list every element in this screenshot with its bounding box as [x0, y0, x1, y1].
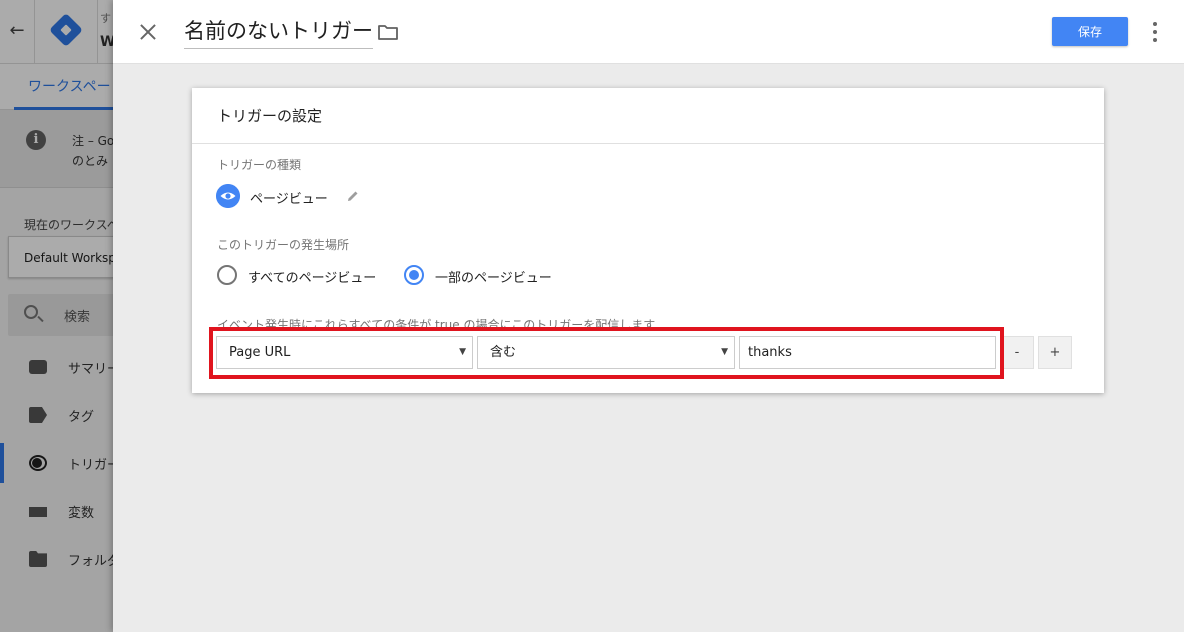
divider — [192, 143, 1104, 144]
radio-label: 一部のページビュー — [435, 271, 552, 286]
pencil-icon[interactable] — [346, 189, 360, 203]
fire-on-label: このトリガーの発生場所 — [217, 238, 350, 252]
radio-label: すべてのページビュー — [248, 271, 377, 286]
trigger-editor-sheet: 名前のないトリガー 保存 トリガーの設定 トリガーの種類 ページビュー このトリ… — [113, 0, 1184, 632]
sheet-header: 名前のないトリガー 保存 — [113, 0, 1184, 64]
add-condition-button[interactable]: + — [1038, 336, 1072, 369]
card-title: トリガーの設定 — [217, 107, 323, 125]
folder-icon[interactable] — [378, 24, 398, 40]
trigger-config-card: トリガーの設定 トリガーの種類 ページビュー このトリガーの発生場所 すべてのペ… — [192, 88, 1104, 393]
save-button[interactable]: 保存 — [1052, 17, 1128, 46]
trigger-type-value[interactable]: ページビュー — [250, 188, 328, 207]
remove-condition-button[interactable]: - — [1000, 336, 1034, 369]
radio-circle[interactable] — [404, 265, 424, 285]
trigger-name-input[interactable]: 名前のないトリガー — [184, 17, 373, 49]
close-icon[interactable] — [136, 20, 160, 44]
radio-all-pageviews[interactable]: すべてのページビュー — [217, 264, 387, 286]
radio-some-pageviews[interactable]: 一部のページビュー — [404, 264, 564, 286]
eye-icon — [216, 184, 240, 208]
radio-circle[interactable] — [217, 265, 237, 285]
trigger-type-label: トリガーの種類 — [217, 158, 302, 172]
more-vert-icon[interactable] — [1150, 20, 1160, 44]
highlight-annotation-box — [209, 327, 1004, 379]
